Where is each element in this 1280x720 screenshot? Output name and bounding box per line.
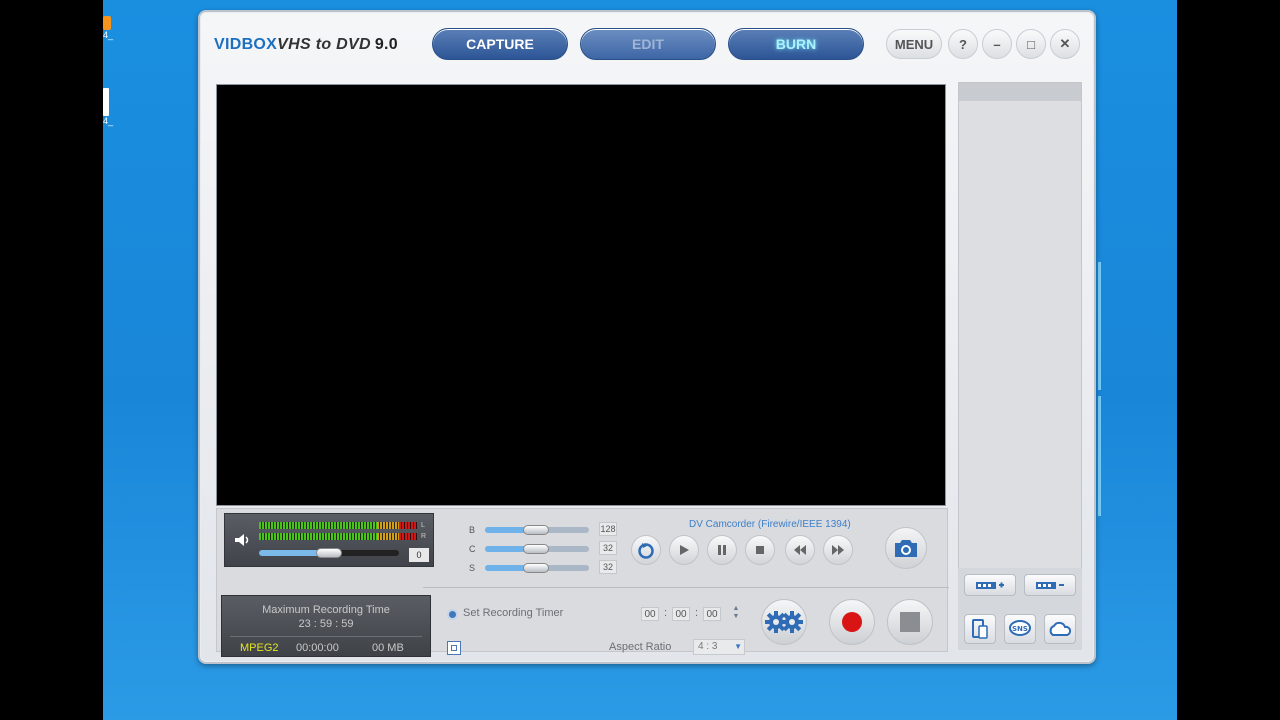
saturation-knob[interactable]: [523, 563, 549, 573]
tab-edit[interactable]: EDIT: [580, 28, 716, 60]
audio-meter-left: [259, 522, 417, 529]
timer-hours-field[interactable]: 00: [641, 607, 659, 621]
stop-button[interactable]: [745, 535, 775, 565]
control-divider: [423, 587, 949, 588]
right-channel-label: R: [421, 533, 427, 540]
tab-capture[interactable]: CAPTURE: [432, 28, 568, 60]
pause-button[interactable]: [707, 535, 737, 565]
add-clip-button[interactable]: [964, 574, 1016, 596]
play-button[interactable]: [669, 535, 699, 565]
saturation-label: S: [469, 563, 476, 573]
clip-list-header: [959, 83, 1081, 101]
stop-record-icon: [900, 612, 920, 632]
timer-spinner[interactable]: ▲ ▼: [729, 605, 743, 623]
contrast-slider[interactable]: [485, 544, 589, 554]
tab-burn[interactable]: BURN: [728, 28, 864, 60]
remove-clip-button[interactable]: [1024, 574, 1076, 596]
speaker-icon[interactable]: [233, 532, 253, 548]
recording-timer-label: Set Recording Timer: [463, 607, 564, 619]
close-button[interactable]: ✕: [1050, 29, 1080, 59]
chevron-down-icon: ▼: [734, 642, 742, 651]
snapshot-button[interactable]: [885, 527, 927, 569]
saturation-value: 32: [599, 560, 617, 574]
desktop-document-label: 4_: [103, 116, 114, 126]
sns-icon: SNS: [1009, 620, 1031, 636]
recording-info-panel: Maximum Recording Time 23 : 59 : 59 MPEG…: [221, 595, 431, 657]
capture-device-label: DV Camcorder (Firewire/IEEE 1394): [689, 519, 851, 530]
recording-timer-radio[interactable]: [447, 609, 458, 620]
timer-seconds-field[interactable]: 00: [703, 607, 721, 621]
gears-icon: [765, 611, 803, 633]
desktop-file-label: 4_: [103, 30, 114, 40]
refresh-icon: [638, 543, 654, 559]
recording-size: 00 MB: [372, 642, 404, 654]
help-button[interactable]: ?: [948, 29, 978, 59]
max-recording-time-label: Maximum Recording Time: [262, 604, 390, 616]
camera-icon: [895, 540, 917, 557]
window-glow: [1098, 262, 1101, 390]
aspect-ratio-label: Aspect Ratio: [609, 641, 672, 653]
vidbox-window: VIDBOXVHS to DVD 9.0 CAPTURE EDIT BURN ME…: [198, 10, 1096, 664]
rewind-icon: [794, 545, 806, 555]
refresh-button[interactable]: [631, 535, 661, 565]
aspect-ratio-select[interactable]: 4 : 3 ▼: [693, 639, 745, 655]
contrast-knob[interactable]: [523, 544, 549, 554]
timer-minutes-field[interactable]: 00: [672, 607, 690, 621]
cloud-icon: [1049, 621, 1072, 636]
clip-list-panel[interactable]: [958, 82, 1082, 570]
stop-recording-button[interactable]: [887, 599, 933, 645]
record-button[interactable]: [829, 599, 875, 645]
app-logo: VIDBOXVHS to DVD 9.0: [214, 36, 398, 54]
cloud-upload-button[interactable]: [1044, 614, 1076, 644]
pause-icon: [718, 545, 726, 555]
option-checkbox[interactable]: [447, 641, 461, 655]
stop-icon: [756, 546, 764, 554]
brightness-value: 128: [599, 522, 617, 536]
logo-product: VHS to DVD: [277, 36, 371, 53]
volume-value: 0: [409, 548, 429, 562]
audio-meter-right: [259, 533, 417, 540]
recording-elapsed: 00:00:00: [296, 642, 339, 654]
brightness-slider[interactable]: [485, 525, 589, 535]
desktop-file-icon[interactable]: 4_: [103, 16, 123, 40]
timer-colon: :: [695, 607, 699, 619]
contrast-value: 32: [599, 541, 617, 555]
window-glow: [1098, 396, 1101, 516]
logo-brand: VIDBOX: [214, 36, 278, 53]
capture-settings-button[interactable]: [761, 599, 807, 645]
volume-slider[interactable]: [259, 548, 399, 558]
brightness-label: B: [469, 525, 476, 535]
record-icon: [842, 612, 862, 632]
desktop-document-icon[interactable]: 4_: [103, 88, 123, 126]
video-preview: [216, 84, 946, 506]
contrast-label: C: [469, 544, 476, 554]
volume-knob[interactable]: [316, 548, 342, 558]
aspect-ratio-value: 4 : 3: [698, 641, 718, 652]
left-channel-label: L: [421, 522, 425, 529]
device-export-button[interactable]: [964, 614, 996, 644]
saturation-slider[interactable]: [485, 563, 589, 573]
maximize-button[interactable]: □: [1016, 29, 1046, 59]
timer-colon: :: [664, 607, 668, 619]
audio-panel: L R 0: [224, 513, 434, 567]
brightness-knob[interactable]: [523, 525, 549, 535]
menu-button[interactable]: MENU: [886, 29, 942, 59]
fast-forward-button[interactable]: [823, 535, 853, 565]
control-bar: L R 0 B 128 C 32 S 32 DV Camcorder (Fire…: [216, 508, 949, 657]
add-clip-icon: [976, 582, 1004, 589]
fast-forward-icon: [832, 545, 844, 555]
remove-clip-icon: [1036, 582, 1064, 589]
recording-format: MPEG2: [240, 642, 279, 654]
minimize-button[interactable]: –: [982, 29, 1012, 59]
logo-version: 9.0: [374, 36, 398, 53]
titlebar: VIDBOXVHS to DVD 9.0 CAPTURE EDIT BURN ME…: [200, 12, 1094, 78]
side-buttons: SNS: [958, 568, 1082, 650]
play-icon: [680, 545, 689, 555]
rewind-button[interactable]: [785, 535, 815, 565]
svg-text:SNS: SNS: [1012, 625, 1028, 633]
device-icon: [972, 619, 988, 639]
sns-share-button[interactable]: SNS: [1004, 614, 1036, 644]
max-recording-time-value: 23 : 59 : 59: [298, 618, 354, 630]
